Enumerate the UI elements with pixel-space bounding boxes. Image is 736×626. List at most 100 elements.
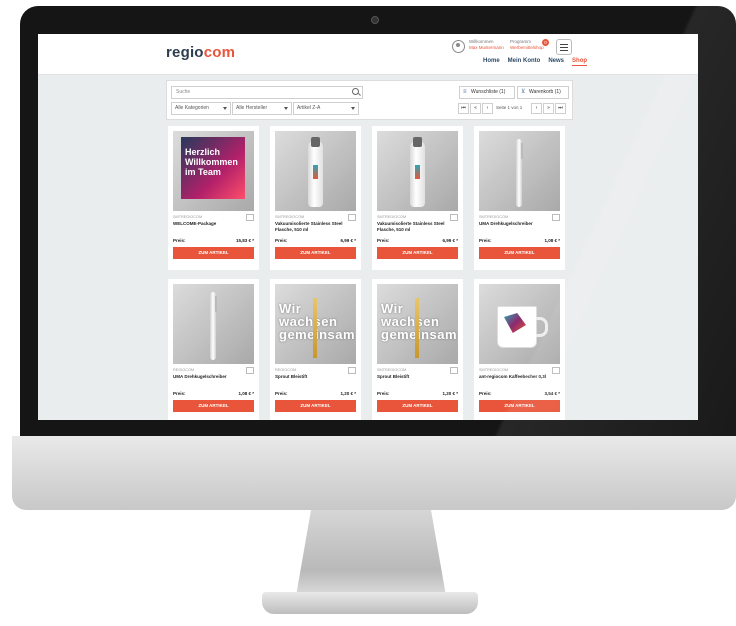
welcome-image-text: Herzlich Willkommen im Team: [185, 147, 238, 177]
pencil-image: [313, 298, 317, 358]
regiocom-logo[interactable]: regiocom: [166, 44, 235, 61]
product-price: 6,99 € *: [442, 238, 458, 243]
mug-logo-art: [504, 313, 526, 333]
product-card[interactable]: SMTREGIOCOM UMA Drehkugelschreiber Preis…: [474, 126, 565, 270]
price-label: Preis:: [275, 238, 288, 243]
menu-icon-line: [560, 44, 568, 45]
cart-button[interactable]: ⊻ Warenkorb (1): [517, 86, 569, 99]
product-image[interactable]: Wir wachsen gemeinsam: [275, 284, 356, 364]
search-input[interactable]: Suche: [171, 86, 363, 99]
nav-mein-konto[interactable]: Mein Konto: [508, 58, 541, 64]
product-supplier: SMTREGIOCOM: [173, 215, 203, 219]
compare-icon[interactable]: [552, 214, 560, 221]
pen-image: [210, 292, 217, 360]
compare-icon[interactable]: [552, 367, 560, 374]
search-icon[interactable]: [352, 88, 359, 95]
product-card[interactable]: Wir wachsen gemeinsam SMTREGIOCOM Sprout …: [372, 279, 463, 420]
price-label: Preis:: [377, 238, 390, 243]
nav-shop[interactable]: Shop: [572, 58, 588, 66]
fast-back-button[interactable]: «: [470, 103, 481, 114]
wishlist-button[interactable]: ≡ Wunschliste (1): [459, 86, 515, 99]
next-page-button[interactable]: ›: [531, 103, 542, 114]
first-page-button[interactable]: ⏮: [458, 103, 469, 114]
price-label: Preis:: [479, 391, 492, 396]
to-article-button[interactable]: ZUM ARTIKEL: [173, 247, 254, 259]
page-indicator: Seite 1 von 1: [496, 105, 523, 110]
product-price: 15,83 € *: [235, 238, 254, 243]
product-supplier: SMTREGIOCOM: [479, 368, 509, 372]
product-card[interactable]: SMTREGIOCOM Vakuumisolierte Stainless St…: [372, 126, 463, 270]
nav-home[interactable]: Home: [483, 58, 500, 64]
menu-icon-line: [560, 47, 568, 48]
to-article-button[interactable]: ZUM ARTIKEL: [479, 247, 560, 259]
user-name[interactable]: Max Mustermann: [469, 45, 504, 50]
product-name[interactable]: Vakuumisolierte Stainless Steel Flasche,…: [275, 221, 355, 233]
compare-icon[interactable]: [246, 367, 254, 374]
product-card[interactable]: REGIOCOM UMA Drehkugelschreiber Preis: 1…: [168, 279, 259, 420]
product-image[interactable]: Herzlich Willkommen im Team: [173, 131, 254, 211]
main-nav: Home Mein Konto News Shop: [483, 58, 595, 66]
hamburger-menu-button[interactable]: [556, 39, 572, 55]
compare-icon[interactable]: [450, 367, 458, 374]
product-name[interactable]: WELCOME-Package: [173, 221, 253, 227]
product-image[interactable]: Wir wachsen gemeinsam: [377, 284, 458, 364]
sort-value: Artikel Z-A: [297, 105, 321, 111]
notification-badge[interactable]: 0: [542, 39, 549, 46]
to-article-button[interactable]: ZUM ARTIKEL: [479, 400, 560, 412]
to-article-button[interactable]: ZUM ARTIKEL: [275, 247, 356, 259]
product-name[interactable]: Sprout Bleistift: [275, 374, 355, 380]
program-name[interactable]: Werbemittelshop: [510, 45, 544, 50]
logo-part2: com: [203, 44, 236, 61]
product-name[interactable]: Vakuumisolierte Stainless Steel Flasche,…: [377, 221, 457, 233]
to-article-button[interactable]: ZUM ARTIKEL: [173, 400, 254, 412]
greeting-text: Willkommen: [469, 39, 494, 44]
product-price: 3,54 € *: [544, 391, 560, 396]
product-name[interactable]: UMA Drehkugelschreiber: [173, 374, 253, 380]
chevron-down-icon: [351, 107, 355, 110]
monitor-chin: [12, 436, 736, 510]
user-icon: [452, 40, 465, 53]
cart-label: Warenkorb (1): [529, 89, 561, 95]
product-image[interactable]: [479, 131, 560, 211]
category-select[interactable]: Alle Kategorien: [171, 102, 231, 115]
menu-icon-line: [560, 50, 568, 51]
compare-icon[interactable]: [450, 214, 458, 221]
product-card[interactable]: SMTREGIOCOM Vakuumisolierte Stainless St…: [270, 126, 361, 270]
manufacturer-select[interactable]: Alle Hersteller: [232, 102, 292, 115]
prev-page-button[interactable]: ‹: [482, 103, 493, 114]
wishlist-icon: ≡: [463, 89, 467, 95]
bottle-image: [308, 137, 323, 207]
compare-icon[interactable]: [348, 214, 356, 221]
product-name[interactable]: UMA Drehkugelschreiber: [479, 221, 559, 227]
bottle-image: [410, 137, 425, 207]
product-card[interactable]: SMTREGIOCOM ant-regiocom Kaffeebecher 0,…: [474, 279, 565, 420]
site-header: regiocom Willkommen Max Mustermann Progr…: [38, 34, 698, 75]
product-image[interactable]: [173, 284, 254, 364]
product-image[interactable]: [377, 131, 458, 211]
sort-select[interactable]: Artikel Z-A: [293, 102, 359, 115]
product-price: 1,20 € *: [340, 391, 356, 396]
product-price: 1,08 € *: [544, 238, 560, 243]
to-article-button[interactable]: ZUM ARTIKEL: [275, 400, 356, 412]
monitor-stand-foot: [262, 592, 478, 614]
pencil-image: [415, 298, 419, 358]
to-article-button[interactable]: ZUM ARTIKEL: [377, 247, 458, 259]
chevron-down-icon: [284, 107, 288, 110]
webcam-icon: [371, 16, 379, 24]
cart-icon: ⊻: [521, 89, 526, 95]
compare-icon[interactable]: [348, 367, 356, 374]
to-article-button[interactable]: ZUM ARTIKEL: [377, 400, 458, 412]
nav-news[interactable]: News: [548, 58, 564, 64]
product-name[interactable]: ant-regiocom Kaffeebecher 0,3l: [479, 374, 559, 380]
fast-forward-button[interactable]: »: [543, 103, 554, 114]
price-label: Preis:: [377, 391, 390, 396]
product-price: 6,99 € *: [340, 238, 356, 243]
product-name[interactable]: Sprout Bleistift: [377, 374, 457, 380]
product-card[interactable]: Wir wachsen gemeinsam REGIOCOM Sprout Ble…: [270, 279, 361, 420]
compare-icon[interactable]: [246, 214, 254, 221]
category-value: Alle Kategorien: [175, 105, 209, 111]
product-card[interactable]: Herzlich Willkommen im Team SMTREGIOCOM WE…: [168, 126, 259, 270]
product-image[interactable]: [275, 131, 356, 211]
product-image[interactable]: [479, 284, 560, 364]
last-page-button[interactable]: ⏭: [555, 103, 566, 114]
